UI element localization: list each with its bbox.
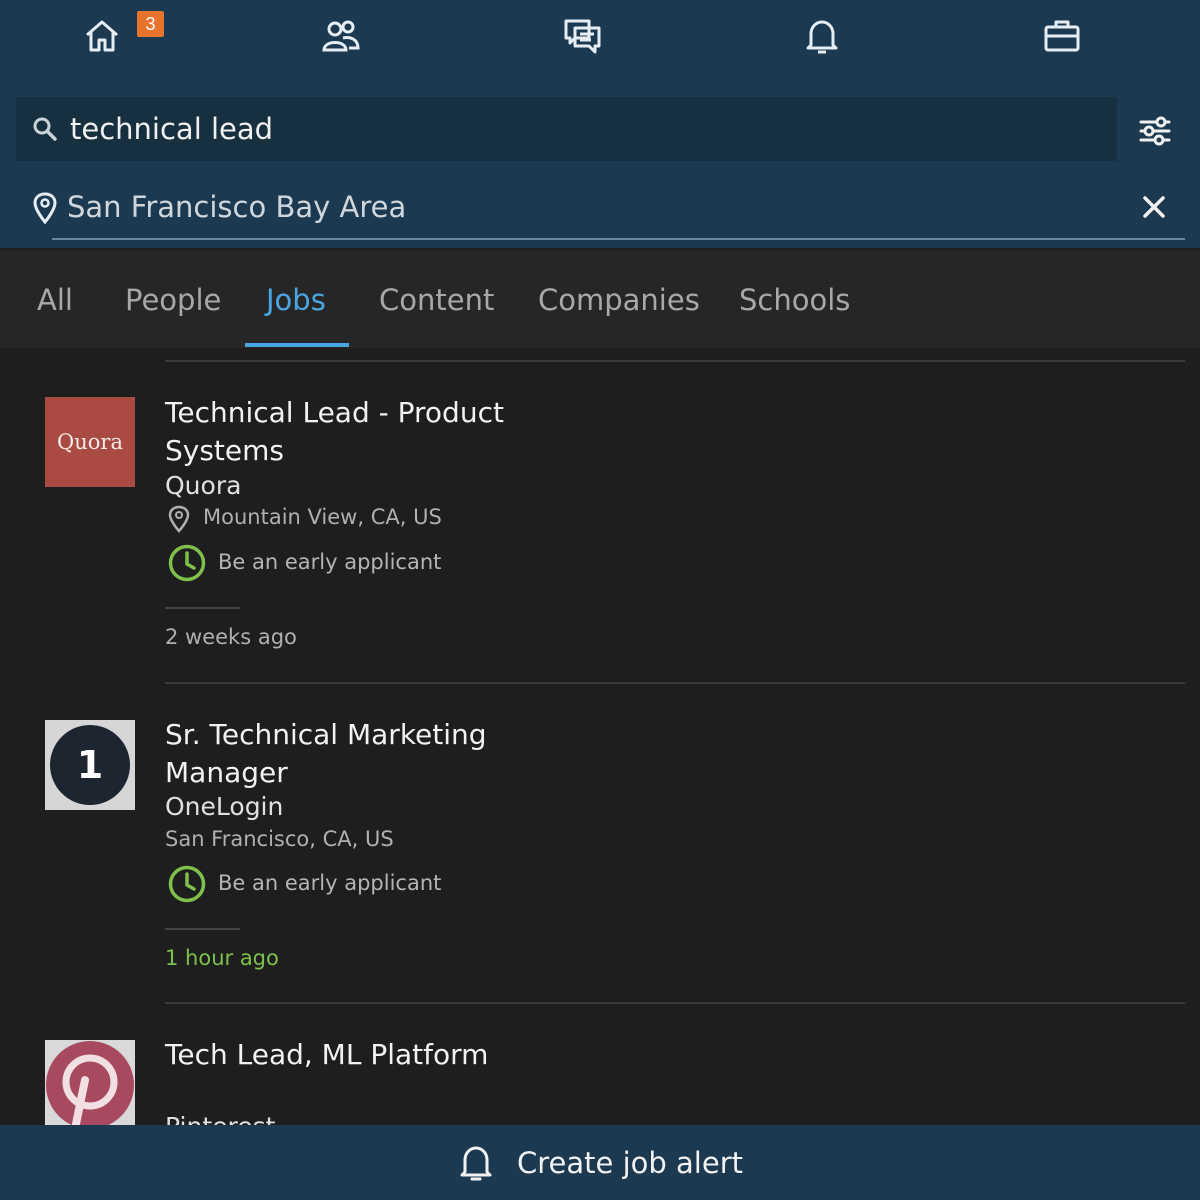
search-input[interactable]: [70, 112, 1070, 146]
top-nav: 3 technical lead San Francisco Bay Area: [0, 0, 1200, 248]
company-name: OneLogin: [165, 792, 284, 821]
tab-jobs[interactable]: Jobs: [266, 283, 326, 317]
divider: [165, 928, 240, 930]
create-job-alert-label: Create job alert: [517, 1145, 743, 1180]
job-location: Mountain View, CA, US: [203, 505, 442, 529]
logo-text: 1: [76, 743, 104, 787]
divider: [165, 682, 1185, 684]
tab-schools[interactable]: Schools: [739, 283, 850, 317]
location-value[interactable]: San Francisco Bay Area: [67, 190, 406, 224]
briefcase-icon[interactable]: [1040, 14, 1084, 58]
job-results-list[interactable]: Quora Technical Lead - Product Systems Q…: [15, 348, 1185, 1125]
tab-content[interactable]: Content: [379, 283, 494, 317]
onelogin-circle: 1: [50, 725, 130, 805]
nav-icon-bar: 3: [0, 0, 1200, 80]
job-location: San Francisco, CA, US: [165, 827, 394, 851]
posted-time: 1 hour ago: [165, 946, 279, 970]
notification-badge: 3: [137, 11, 164, 37]
tab-people[interactable]: People: [125, 283, 221, 317]
search-icon: [33, 117, 57, 141]
pinterest-logo-icon: [46, 1041, 134, 1125]
clock-icon: [168, 865, 206, 903]
create-job-alert-button[interactable]: Create job alert: [0, 1125, 1200, 1200]
search-bar: [16, 97, 1117, 161]
location-field[interactable]: San Francisco Bay Area: [0, 180, 1200, 242]
job-title[interactable]: Tech Lead, ML Platform: [165, 1036, 565, 1074]
bell-icon[interactable]: [800, 14, 844, 58]
posted-time: 2 weeks ago: [165, 625, 297, 649]
clock-icon: [168, 544, 206, 582]
job-title[interactable]: Technical Lead - Product Systems: [165, 394, 565, 470]
people-icon[interactable]: [319, 14, 363, 58]
close-icon[interactable]: [1140, 193, 1168, 221]
logo-text: Quora: [57, 430, 123, 454]
active-tab-indicator: [245, 343, 349, 347]
search-tabs: All People Jobs Content Companies School…: [0, 250, 1200, 348]
location-underline: [52, 238, 1185, 240]
company-logo-pinterest: [45, 1040, 135, 1125]
home-icon[interactable]: [80, 14, 124, 58]
company-name: Pinterest: [165, 1112, 275, 1125]
divider: [165, 607, 240, 609]
tab-companies[interactable]: Companies: [538, 283, 700, 317]
divider: [165, 1002, 1185, 1004]
company-logo-onelogin: 1: [45, 720, 135, 810]
job-title[interactable]: Sr. Technical Marketing Manager: [165, 716, 565, 792]
early-applicant-text: Be an early applicant: [218, 550, 442, 574]
location-pin-icon: [33, 192, 57, 224]
filter-sliders-icon[interactable]: [1134, 110, 1176, 152]
company-logo-quora: Quora: [45, 397, 135, 487]
early-applicant-text: Be an early applicant: [218, 871, 442, 895]
bell-icon: [460, 1146, 492, 1180]
messages-icon[interactable]: [561, 14, 605, 58]
divider: [165, 360, 1185, 362]
location-pin-icon: [168, 505, 190, 533]
tab-all[interactable]: All: [37, 283, 73, 317]
company-name: Quora: [165, 471, 242, 500]
